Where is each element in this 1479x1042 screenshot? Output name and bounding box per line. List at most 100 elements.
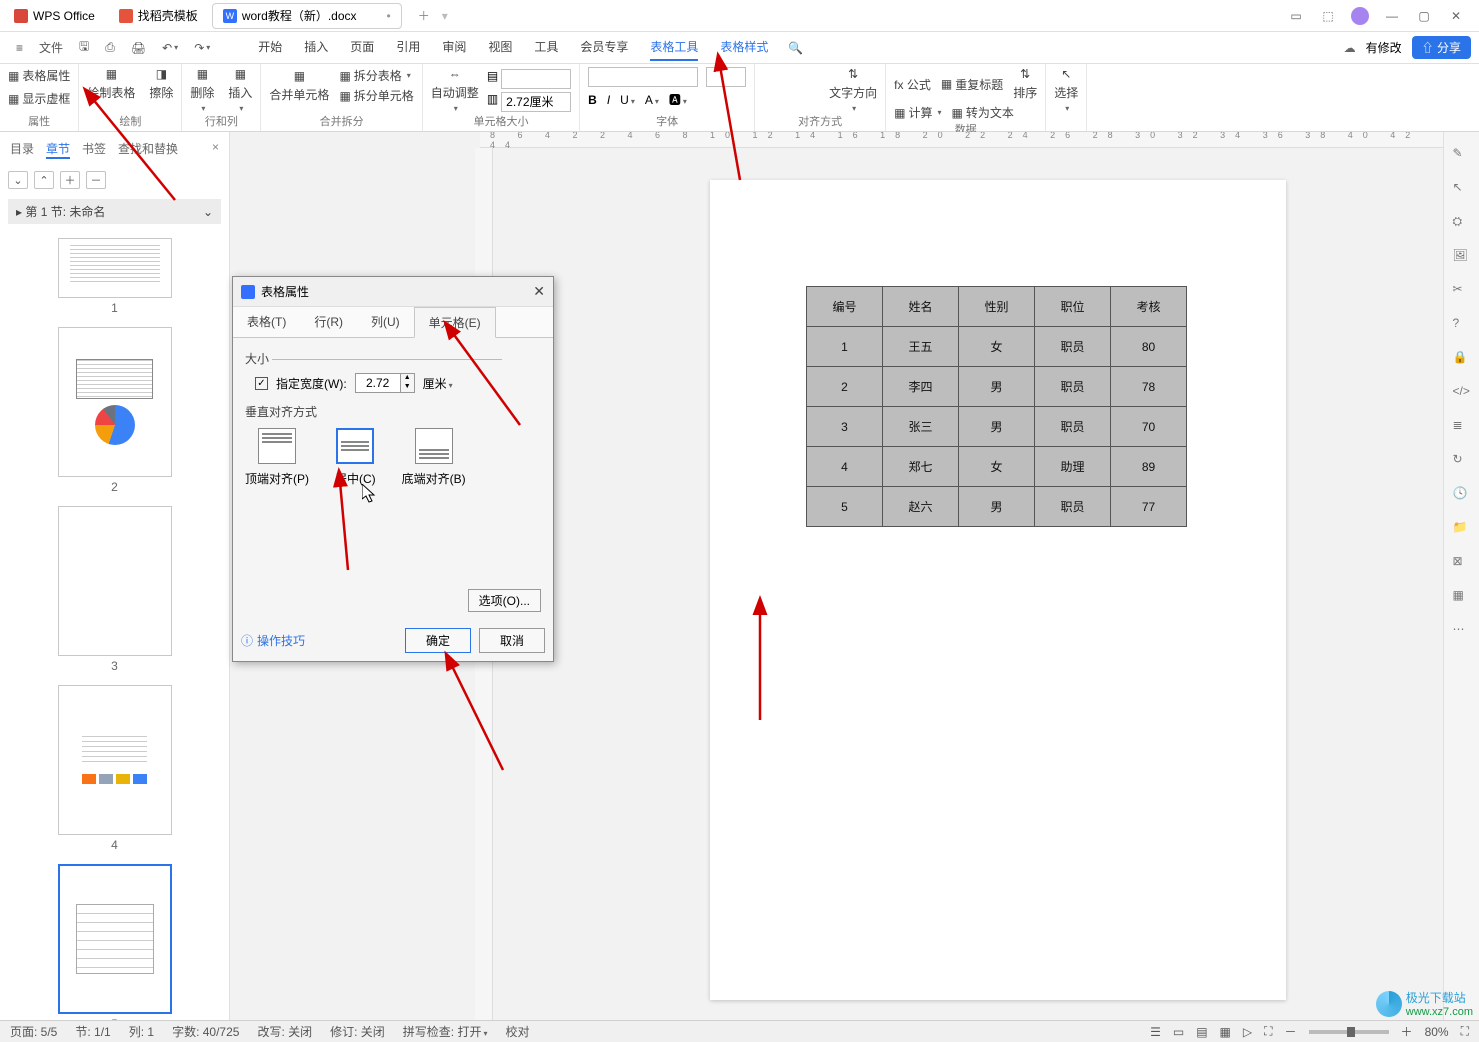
th[interactable]: 性别	[959, 287, 1035, 327]
nav-tab-find[interactable]: 查找和替换	[118, 140, 178, 159]
ok-button[interactable]: 确定	[405, 628, 471, 653]
code-icon[interactable]: </>	[1453, 384, 1471, 402]
td[interactable]: 郑七	[883, 447, 959, 487]
row-h-input[interactable]	[501, 69, 571, 89]
zoom-slider[interactable]	[1309, 1030, 1389, 1034]
view-reading-icon[interactable]: ☰	[1150, 1025, 1161, 1039]
tab-page[interactable]: 页面	[350, 34, 374, 61]
insert-button[interactable]: ▦插入	[228, 67, 252, 113]
to-text-button[interactable]: ▦ 转为文本	[952, 104, 1014, 121]
cancel-button[interactable]: 取消	[479, 628, 545, 653]
td[interactable]: 职员	[1035, 407, 1111, 447]
th[interactable]: 考核	[1111, 287, 1187, 327]
menu-icon[interactable]: ≡	[8, 33, 31, 63]
grid-icon[interactable]: ▦	[1453, 588, 1471, 606]
font-name-input[interactable]	[588, 67, 698, 87]
thumb-3[interactable]: 3	[58, 506, 172, 673]
td[interactable]: 5	[807, 487, 883, 527]
data-table[interactable]: 编号姓名性别职位考核 1王五女职员80 2李四男职员78 3张三男职员70 4郑…	[806, 286, 1187, 527]
td[interactable]: 89	[1111, 447, 1187, 487]
folder-icon[interactable]: 📁	[1453, 520, 1471, 538]
tab-tool[interactable]: 工具	[534, 34, 558, 61]
td[interactable]: 助理	[1035, 447, 1111, 487]
section-header[interactable]: ▸ 第 1 节: 未命名⌄	[8, 199, 221, 224]
status-section[interactable]: 节: 1/1	[75, 1023, 110, 1040]
thumb-2[interactable]: 2	[58, 327, 172, 494]
td[interactable]: 1	[807, 327, 883, 367]
thumb-4[interactable]: 4	[58, 685, 172, 852]
text-dir-button[interactable]: ⇅文字方向	[829, 67, 877, 113]
clip-icon[interactable]: ✂	[1453, 282, 1471, 300]
th[interactable]: 姓名	[883, 287, 959, 327]
erase-button[interactable]: ◨擦除	[149, 67, 173, 101]
repeat-head-button[interactable]: ▦ 重复标题	[941, 76, 1003, 93]
sort-button[interactable]: ⇅排序	[1013, 67, 1037, 101]
settings-icon[interactable]: ⛶	[1264, 1024, 1272, 1039]
list-icon[interactable]: ≣	[1453, 418, 1471, 436]
valign-top[interactable]: 顶端对齐(P)	[245, 428, 309, 487]
status-spell[interactable]: 拼写检查: 打开	[403, 1023, 488, 1040]
align-grid[interactable]	[763, 89, 821, 91]
td[interactable]: 张三	[883, 407, 959, 447]
play-icon[interactable]: ▷	[1243, 1025, 1252, 1039]
tab-table-style[interactable]: 表格样式	[720, 34, 768, 61]
print-icon[interactable]: 🖨	[123, 33, 154, 63]
tab-start[interactable]: 开始	[258, 34, 282, 61]
split-table-button[interactable]: ▦ 拆分表格	[339, 67, 413, 84]
thumb-5[interactable]: 5	[58, 864, 172, 1020]
td[interactable]: 女	[959, 447, 1035, 487]
app-tab-wps[interactable]: WPS Office	[4, 3, 105, 29]
td[interactable]: 李四	[883, 367, 959, 407]
font-color-button[interactable]: A	[645, 93, 659, 107]
dialog-close-button[interactable]: ✕	[533, 283, 545, 300]
preview-icon[interactable]: ⎙	[97, 33, 123, 63]
nav-tab-toc[interactable]: 目录	[10, 140, 34, 159]
calc-button[interactable]: ▦ 计算	[894, 104, 941, 121]
td[interactable]: 男	[959, 367, 1035, 407]
td[interactable]: 78	[1111, 367, 1187, 407]
ruler-horizontal[interactable]: 8 6 4 2 2 4 6 8 10 12 14 16 18 20 22 24 …	[480, 132, 1443, 148]
width-checkbox[interactable]: ✓	[255, 377, 268, 390]
cross-icon[interactable]: ⊠	[1453, 554, 1471, 572]
bold-button[interactable]: B	[588, 93, 597, 107]
tab-member[interactable]: 会员专享	[580, 34, 628, 61]
tab-ref[interactable]: 引用	[396, 34, 420, 61]
formula-button[interactable]: fx 公式	[894, 76, 931, 93]
underline-button[interactable]: U	[620, 93, 635, 107]
undo-button[interactable]: ↶	[154, 33, 186, 63]
save-icon[interactable]: 🖫	[71, 33, 97, 63]
dlg-tab-col[interactable]: 列(U)	[357, 307, 414, 337]
td[interactable]: 男	[959, 487, 1035, 527]
td[interactable]: 男	[959, 407, 1035, 447]
td[interactable]: 职员	[1035, 487, 1111, 527]
hint-link[interactable]: ⓘ 操作技巧	[241, 632, 305, 649]
more-icon[interactable]: ⋯	[1453, 622, 1471, 640]
status-col[interactable]: 列: 1	[129, 1023, 154, 1040]
new-tab-button[interactable]: ＋	[412, 4, 436, 28]
plus-icon[interactable]: ＋	[60, 171, 80, 189]
view-outline-icon[interactable]: ▦	[1220, 1025, 1231, 1039]
tab-menu-icon[interactable]: ▾	[442, 9, 448, 23]
thumb-1[interactable]: 1	[58, 238, 172, 315]
td[interactable]: 王五	[883, 327, 959, 367]
show-grid-button[interactable]: ▦ 显示虚框	[8, 90, 70, 107]
nav-tab-section[interactable]: 章节	[46, 140, 70, 159]
highlight-button[interactable]: 🅰	[669, 91, 687, 108]
italic-button[interactable]: I	[607, 93, 610, 107]
app-tab-doc[interactable]: Wword教程（新）.docx•	[212, 3, 402, 29]
help-icon[interactable]: ?	[1453, 316, 1471, 334]
chevron-down-icon[interactable]: ⌄	[8, 171, 28, 189]
pencil-icon[interactable]: ✎	[1453, 146, 1471, 164]
status-track[interactable]: 修订: 关闭	[330, 1023, 385, 1040]
share-button[interactable]: ⇧ 分享	[1412, 36, 1471, 59]
panel-icon[interactable]: ▭	[1287, 7, 1305, 25]
tab-view[interactable]: 视图	[488, 34, 512, 61]
lock-icon[interactable]: 🔒	[1453, 350, 1471, 368]
draw-table-button[interactable]: ▦绘制表格	[87, 67, 135, 101]
width-input[interactable]	[355, 373, 401, 393]
minus-icon[interactable]: －	[86, 171, 106, 189]
merge-cells-button[interactable]: ▦合并单元格	[269, 69, 329, 103]
settings-icon[interactable]: ⛭	[1453, 214, 1471, 232]
dlg-tab-table[interactable]: 表格(T)	[233, 307, 300, 337]
history-icon[interactable]: 🕓	[1453, 486, 1471, 504]
